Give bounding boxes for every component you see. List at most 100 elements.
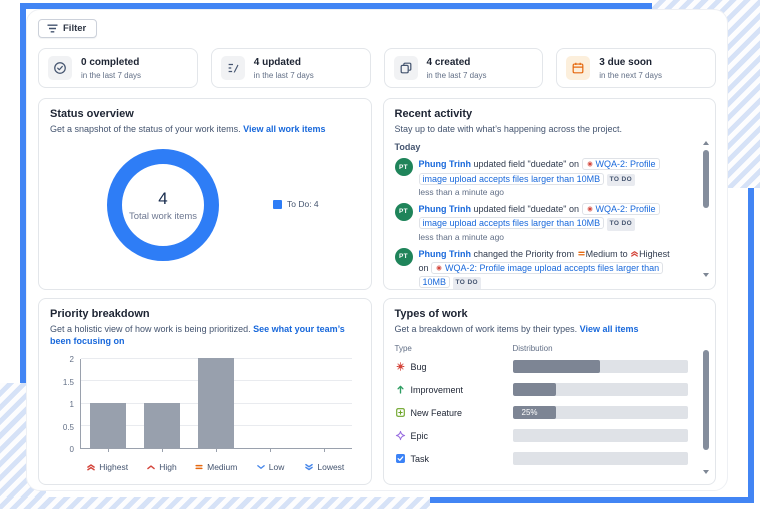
status-donut-chart[interactable]: 4 Total work items [107, 149, 219, 261]
priority-high-icon [147, 465, 156, 470]
task-icon [395, 454, 405, 464]
stat-title: 4 updated [253, 56, 301, 68]
avatar: PT [394, 158, 413, 177]
status-badge: TO DO [606, 218, 636, 231]
type-label: New Feature [410, 407, 463, 418]
edit-icon [220, 56, 245, 80]
priority-medium-icon [577, 251, 585, 256]
panel-title: Status overview [50, 108, 134, 120]
view-all-work-items-link[interactable]: View all work items [243, 124, 325, 134]
stat-title: 0 completed [81, 56, 140, 68]
epic-icon [395, 431, 405, 441]
scroll-down-icon[interactable] [702, 273, 709, 277]
improvement-icon [396, 385, 404, 394]
scrollbar[interactable] [701, 141, 710, 277]
status-badge: TO DO [606, 173, 636, 186]
y-tick: 0.5 [62, 422, 74, 432]
x-label: Lowest [317, 462, 345, 473]
distribution-bar[interactable]: 25% [512, 406, 557, 420]
connector-word: to [620, 248, 628, 259]
priority-bar-chart: 2 1.5 1 0.5 0 Highest High Medium Low Lo… [50, 353, 360, 475]
filter-icon [47, 24, 58, 33]
stat-card-due-soon: 3 due soon in the next 7 days [556, 48, 716, 88]
panel-title: Types of work [394, 308, 468, 320]
priority-breakdown-panel: Priority breakdown Get a holistic view o… [38, 298, 372, 485]
panel-subtitle: Get a holistic view of how work is being… [50, 324, 251, 334]
priority-highest-icon [631, 251, 639, 257]
type-label: Task [410, 453, 430, 464]
user-link[interactable]: Phung Trinh [419, 159, 472, 169]
stat-title: 3 due soon [599, 56, 653, 68]
priority-to-label: Highest [639, 248, 670, 259]
priority-medium-icon [195, 465, 203, 470]
filter-button[interactable]: Filter [38, 19, 98, 38]
distribution-track: 25% [512, 406, 688, 420]
activity-group-label: Today [394, 142, 421, 153]
table-row: Improvement [395, 383, 705, 397]
scrollbar[interactable] [701, 343, 710, 474]
bug-icon [586, 205, 593, 212]
stat-title: 4 created [426, 56, 471, 68]
stat-subtitle: in the last 7 days [253, 70, 314, 80]
stat-subtitle: in the next 7 days [599, 70, 662, 80]
x-label: Low [268, 462, 285, 473]
priority-low-icon [256, 465, 265, 470]
new-feature-icon [395, 408, 405, 417]
column-type: Type [394, 344, 412, 354]
stat-card-updated: 4 updated in the last 7 days [210, 48, 371, 88]
calendar-icon [566, 56, 591, 80]
panel-subtitle: Get a snapshot of the status of your wor… [50, 124, 241, 134]
user-link[interactable]: Phung Trinh [419, 249, 472, 259]
y-tick: 1 [69, 400, 74, 410]
status-badge: TO DO [452, 277, 481, 289]
types-of-work-panel: Types of work Get a breakdown of work it… [382, 298, 716, 485]
donut-total-label: Total work items [128, 210, 198, 222]
bar-medium[interactable] [198, 358, 235, 449]
activity-item: PT Phung Trinh updated field "duedate" o… [394, 157, 705, 197]
table-row: Bug [395, 360, 705, 374]
priority-from-label: Medium [585, 248, 618, 259]
distribution-track [512, 452, 688, 466]
distribution-bar[interactable] [512, 383, 557, 397]
activity-action: changed the Priority from [473, 248, 575, 259]
suffix-word: on [418, 263, 429, 274]
distribution-bar[interactable] [512, 360, 601, 374]
priority-lowest-icon [305, 464, 314, 471]
x-label: Highest [99, 462, 129, 473]
y-tick: 1.5 [62, 377, 74, 387]
distribution-track [512, 360, 688, 374]
x-label: High [159, 462, 177, 473]
y-tick: 0 [69, 445, 74, 455]
plot-area [80, 358, 352, 453]
stat-card-completed: 0 completed in the last 7 days [38, 48, 198, 88]
priority-highest-icon [87, 464, 96, 471]
table-row: New Feature 25% [395, 406, 705, 420]
panel-title: Recent activity [394, 108, 473, 120]
panel-subtitle: Get a breakdown of work items by their t… [394, 324, 578, 334]
avatar: PT [394, 202, 413, 221]
panel-subtitle: Stay up to date with what’s happening ac… [394, 124, 622, 134]
scrollbar-thumb[interactable] [702, 350, 709, 450]
user-link[interactable]: Phung Trinh [419, 204, 472, 214]
activity-timestamp: less than a minute ago [418, 186, 505, 197]
filter-button-label: Filter [63, 23, 87, 34]
view-all-items-link[interactable]: View all items [580, 324, 639, 334]
bar-highest[interactable] [90, 403, 127, 449]
activity-action: updated field "duedate" on [473, 159, 579, 170]
y-tick: 2 [69, 355, 74, 365]
legend-label-todo: To Do: 4 [287, 199, 319, 209]
table-row: Task [395, 452, 705, 466]
donut-legend: To Do: 4 [273, 199, 319, 209]
donut-total-value: 4 [158, 188, 168, 208]
scrollbar-thumb[interactable] [702, 150, 709, 208]
scroll-up-icon[interactable] [702, 141, 709, 145]
type-label: Bug [410, 361, 427, 372]
activity-item: PT Phung Trinh changed the Priority from… [394, 247, 705, 289]
bug-icon [436, 265, 442, 272]
scroll-down-icon[interactable] [702, 470, 709, 474]
bar-high[interactable] [144, 403, 181, 449]
avatar: PT [394, 247, 413, 266]
column-distribution: Distribution [512, 344, 553, 354]
stats-row: 0 completed in the last 7 days 4 updated… [38, 48, 716, 88]
bug-icon [396, 362, 404, 371]
